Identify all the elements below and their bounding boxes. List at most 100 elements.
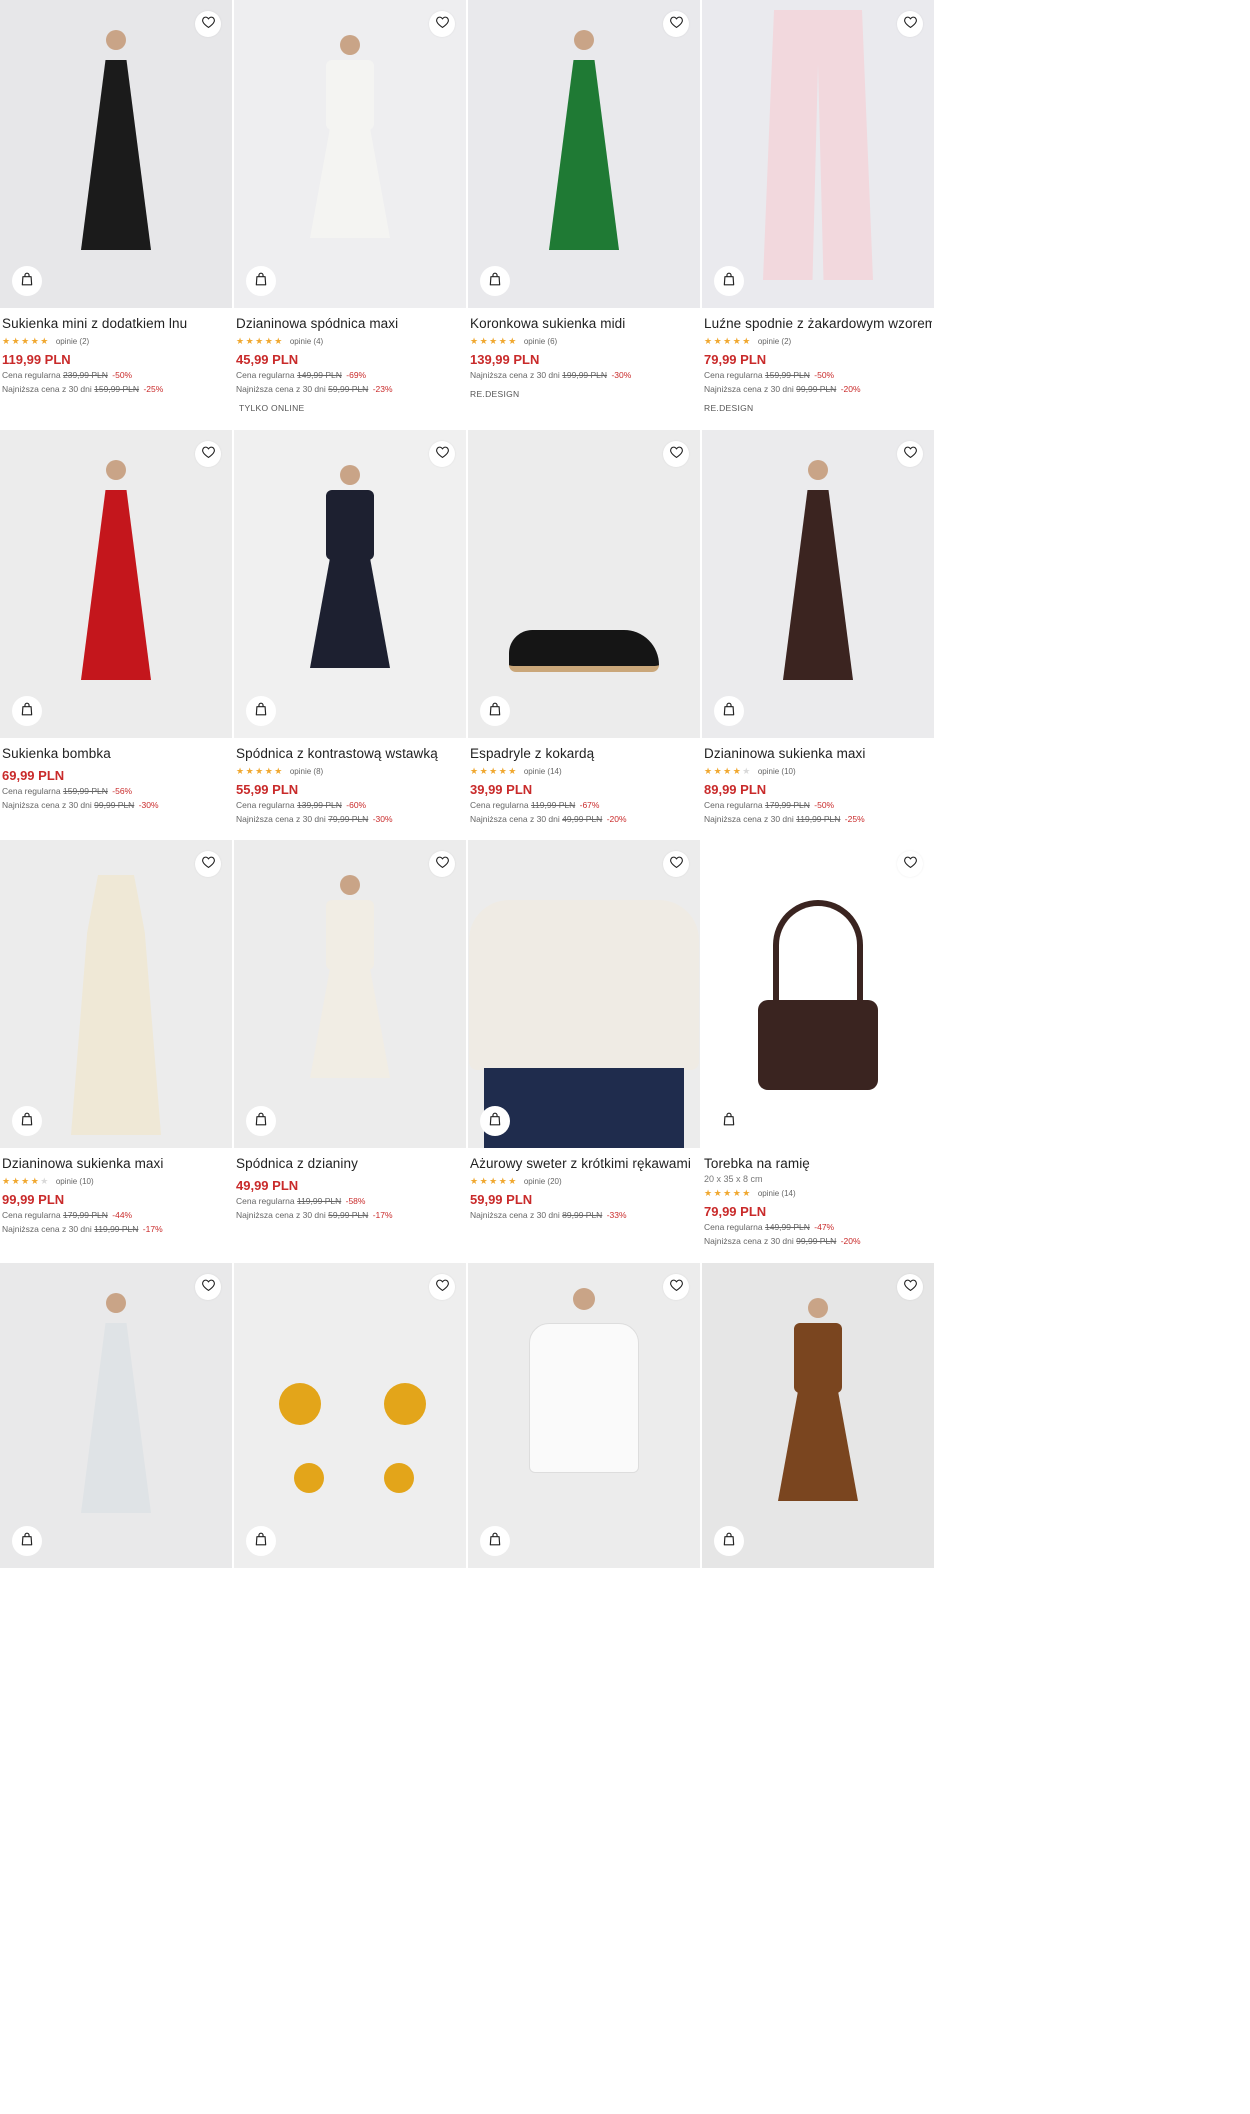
product-card[interactable]: Dzianinowa sukienka maxi ★★★★★ opinie (10)…: [0, 840, 232, 1235]
product-card[interactable]: Ażurowy sweter z krótkimi rękawami ★★★★★ o…: [468, 840, 700, 1221]
add-to-wishlist-button[interactable]: [663, 851, 689, 877]
add-to-wishlist-button[interactable]: [897, 1274, 923, 1300]
lowest-price-label: Najniższa cena z 30 dni: [2, 384, 92, 394]
product-image[interactable]: [0, 840, 232, 1148]
add-to-cart-button[interactable]: [714, 1526, 744, 1556]
add-to-wishlist-button[interactable]: [429, 11, 455, 37]
review-count[interactable]: opinie (4): [290, 337, 323, 346]
add-to-cart-button[interactable]: [12, 696, 42, 726]
sale-price: 59,99 PLN: [470, 1192, 533, 1207]
product-card[interactable]: [234, 1263, 466, 1568]
product-title[interactable]: Dzianinowa spódnica maxi: [236, 316, 464, 332]
product-image[interactable]: [234, 0, 466, 308]
product-card[interactable]: Spódnica z kontrastową wstawką ★★★★★ opini…: [234, 430, 466, 825]
product-title[interactable]: Dzianinowa sukienka maxi: [704, 746, 932, 762]
add-to-cart-button[interactable]: [714, 266, 744, 296]
review-count[interactable]: opinie (8): [290, 767, 323, 776]
product-title[interactable]: Ażurowy sweter z krótkimi rękawami: [470, 1156, 698, 1172]
add-to-wishlist-button[interactable]: [195, 1274, 221, 1300]
product-image[interactable]: [702, 430, 934, 738]
product-title[interactable]: Spódnica z dzianiny: [236, 1156, 464, 1172]
product-info: Espadryle z kokardą ★★★★★ opinie (14) 39,99…: [468, 738, 700, 825]
product-image[interactable]: [234, 840, 466, 1148]
add-to-wishlist-button[interactable]: [429, 441, 455, 467]
product-card[interactable]: Sukienka bombka 69,99 PLN Cena regularna 1…: [0, 430, 232, 811]
product-title[interactable]: Spódnica z kontrastową wstawką: [236, 746, 464, 762]
product-card[interactable]: Torebka na ramię 20 x 35 x 8 cm ★★★★★ opini…: [702, 840, 934, 1247]
add-to-wishlist-button[interactable]: [429, 851, 455, 877]
review-count[interactable]: opinie (20): [524, 1177, 562, 1186]
add-to-cart-button[interactable]: [12, 266, 42, 296]
product-title[interactable]: Koronkowa sukienka midi: [470, 316, 698, 332]
product-image[interactable]: [702, 1263, 934, 1568]
product-card[interactable]: Dzianinowa sukienka maxi ★★★★★ opinie (10)…: [702, 430, 934, 825]
add-to-wishlist-button[interactable]: [897, 11, 923, 37]
product-title[interactable]: Torebka na ramię: [704, 1156, 932, 1172]
add-to-wishlist-button[interactable]: [663, 1274, 689, 1300]
add-to-cart-button[interactable]: [480, 1106, 510, 1136]
review-count[interactable]: opinie (6): [524, 337, 557, 346]
product-image[interactable]: [702, 840, 934, 1148]
product-image[interactable]: [234, 430, 466, 738]
product-image[interactable]: [0, 430, 232, 738]
add-to-cart-button[interactable]: [714, 696, 744, 726]
product-image[interactable]: [0, 1263, 232, 1568]
product-title[interactable]: Dzianinowa sukienka maxi: [2, 1156, 230, 1172]
product-card[interactable]: Espadryle z kokardą ★★★★★ opinie (14) 39,99…: [468, 430, 700, 825]
review-count[interactable]: opinie (14): [524, 767, 562, 776]
product-image[interactable]: [468, 430, 700, 738]
add-to-wishlist-button[interactable]: [429, 1274, 455, 1300]
review-count[interactable]: opinie (14): [758, 1189, 796, 1198]
add-to-wishlist-button[interactable]: [897, 851, 923, 877]
product-card[interactable]: [0, 1263, 232, 1568]
product-title[interactable]: Sukienka mini z dodatkiem lnu: [2, 316, 230, 332]
product-card[interactable]: Dzianinowa spódnica maxi ★★★★★ opinie (4) 4…: [234, 0, 466, 413]
add-to-cart-button[interactable]: [480, 696, 510, 726]
review-count[interactable]: opinie (10): [758, 767, 796, 776]
product-card[interactable]: [468, 1263, 700, 1568]
add-to-wishlist-button[interactable]: [195, 851, 221, 877]
garment-dress: [549, 60, 619, 250]
add-to-wishlist-button[interactable]: [897, 441, 923, 467]
shopping-bag-icon: [489, 702, 501, 721]
product-title[interactable]: Sukienka bombka: [2, 746, 230, 762]
product-card[interactable]: Spódnica z dzianiny 49,99 PLN Cena regular…: [234, 840, 466, 1221]
add-to-cart-button[interactable]: [480, 1526, 510, 1556]
lowest-price-line: Najniższa cena z 30 dni 49,99 PLN -20%: [470, 814, 698, 825]
add-to-cart-button[interactable]: [246, 696, 276, 726]
product-info: Dzianinowa sukienka maxi ★★★★★ opinie (10)…: [0, 1148, 232, 1235]
review-count[interactable]: opinie (10): [56, 1177, 94, 1186]
add-to-wishlist-button[interactable]: [195, 11, 221, 37]
product-image[interactable]: [468, 0, 700, 308]
review-count[interactable]: opinie (2): [758, 337, 791, 346]
add-to-wishlist-button[interactable]: [663, 11, 689, 37]
product-card[interactable]: Sukienka mini z dodatkiem lnu ★★★★★ opinie…: [0, 0, 232, 395]
product-image[interactable]: [234, 1263, 466, 1568]
add-to-cart-button[interactable]: [12, 1526, 42, 1556]
review-count[interactable]: opinie (2): [56, 337, 89, 346]
star-icon: ★★★★★: [704, 1187, 752, 1198]
rating: ★★★★★ opinie (14): [704, 1188, 932, 1198]
add-to-cart-button[interactable]: [246, 1526, 276, 1556]
add-to-wishlist-button[interactable]: [195, 441, 221, 467]
product-dimensions: 20 x 35 x 8 cm: [704, 1174, 763, 1184]
add-to-cart-button[interactable]: [12, 1106, 42, 1136]
garment-sweater: [469, 900, 699, 1070]
product-card[interactable]: [702, 1263, 934, 1568]
add-to-cart-button[interactable]: [246, 1106, 276, 1136]
product-image[interactable]: [468, 1263, 700, 1568]
product-image[interactable]: [702, 0, 934, 308]
lowest-discount: -17%: [142, 1224, 163, 1234]
heart-outline-icon: [903, 1278, 917, 1296]
product-image[interactable]: [0, 0, 232, 308]
product-title[interactable]: Espadryle z kokardą: [470, 746, 698, 762]
product-title[interactable]: Luźne spodnie z żakardowym wzorem: [704, 316, 932, 332]
add-to-wishlist-button[interactable]: [663, 441, 689, 467]
product-card[interactable]: Luźne spodnie z żakardowym wzorem ★★★★★ op…: [702, 0, 934, 413]
add-to-cart-button[interactable]: [714, 1106, 744, 1136]
sale-price: 119,99 PLN: [2, 352, 71, 367]
add-to-cart-button[interactable]: [480, 266, 510, 296]
product-image[interactable]: [468, 840, 700, 1148]
add-to-cart-button[interactable]: [246, 266, 276, 296]
product-card[interactable]: Koronkowa sukienka midi ★★★★★ opinie (6) 13…: [468, 0, 700, 399]
